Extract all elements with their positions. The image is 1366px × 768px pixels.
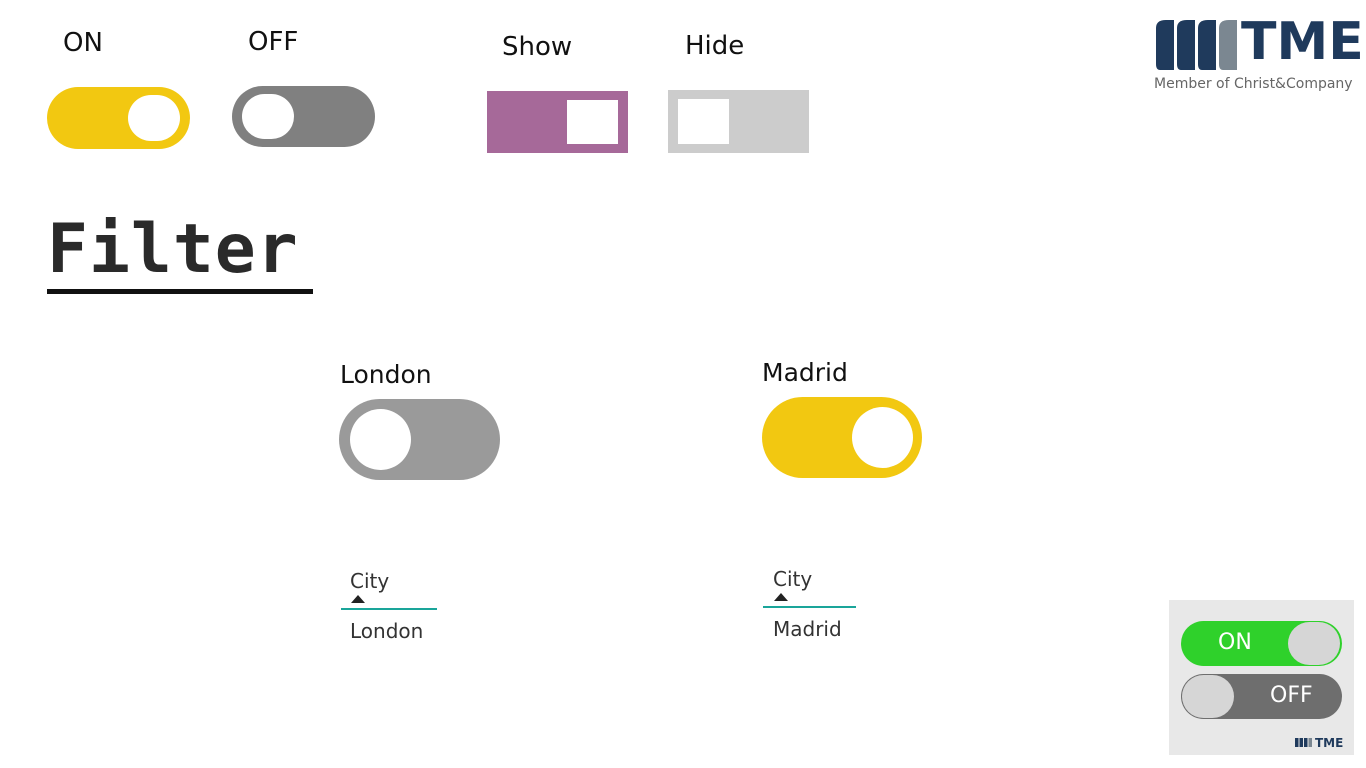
madrid-city-divider	[763, 606, 856, 608]
hide-label: Hide	[685, 31, 745, 61]
madrid-toggle-label: Madrid	[762, 358, 848, 387]
hide-toggle-knob	[678, 99, 729, 144]
hide-toggle[interactable]	[668, 90, 809, 153]
off-label: OFF	[248, 27, 299, 57]
london-toggle-label: London	[340, 360, 432, 389]
tme-tagline: Member of Christ&Company	[1154, 76, 1353, 92]
corner-brand-text: TME	[1315, 736, 1344, 750]
tme-wordmark: TME	[1241, 12, 1364, 72]
corner-off-text: OFF	[1270, 683, 1313, 708]
on-toggle[interactable]	[47, 87, 190, 149]
london-city-label: City	[350, 569, 390, 593]
corner-on-knob	[1288, 622, 1340, 665]
madrid-sort-caret-icon[interactable]	[774, 593, 788, 601]
show-toggle[interactable]	[487, 91, 628, 153]
madrid-city-value[interactable]: Madrid	[773, 617, 842, 641]
london-toggle[interactable]	[339, 399, 500, 480]
filter-underline	[47, 289, 313, 294]
show-label: Show	[502, 32, 573, 62]
corner-on-text: ON	[1218, 630, 1252, 655]
tme-logo: TME Member of Christ&Company	[1154, 12, 1364, 99]
corner-off-toggle[interactable]: OFF	[1181, 674, 1342, 719]
corner-off-knob	[1182, 675, 1234, 718]
corner-toggle-widget: ON OFF TME	[1169, 600, 1354, 755]
filter-title: Filter	[47, 210, 299, 289]
madrid-city-label: City	[773, 567, 813, 591]
on-toggle-knob	[128, 95, 180, 141]
corner-on-toggle[interactable]: ON	[1181, 621, 1342, 666]
london-city-value[interactable]: London	[350, 619, 423, 643]
show-toggle-knob	[567, 100, 618, 144]
london-city-divider	[341, 608, 437, 610]
london-sort-caret-icon[interactable]	[351, 595, 365, 603]
corner-brand-mark-icon	[1295, 738, 1312, 747]
on-label: ON	[63, 28, 103, 58]
madrid-toggle[interactable]	[762, 397, 922, 478]
london-toggle-knob	[350, 409, 411, 470]
off-toggle[interactable]	[232, 86, 375, 147]
off-toggle-knob	[242, 94, 294, 139]
tme-logo-mark-icon	[1156, 20, 1237, 70]
madrid-toggle-knob	[852, 407, 913, 468]
